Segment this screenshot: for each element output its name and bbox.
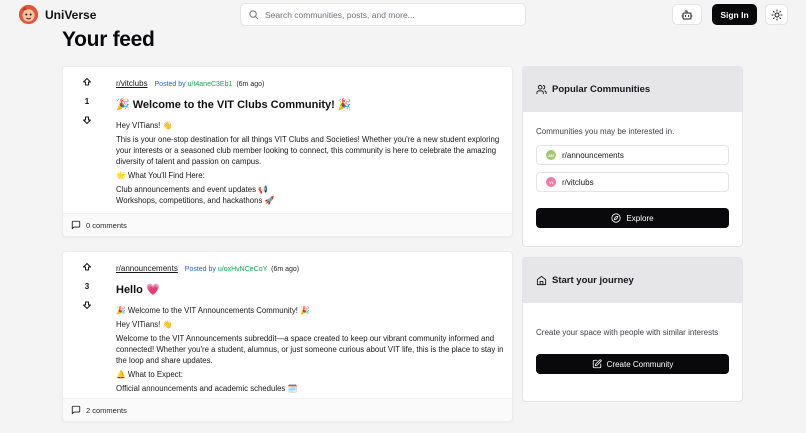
comment-count[interactable]: 2 comments (86, 406, 127, 415)
vote-count: 1 (84, 97, 90, 106)
bot-icon (681, 10, 693, 19)
community-avatar: VI (546, 177, 556, 187)
post-title[interactable]: Hello 💗 (116, 283, 160, 296)
post-paragraph: Club announcements and event updates 📢 W… (116, 185, 275, 205)
card-header: Start your journey (523, 258, 742, 303)
post-author[interactable]: u/oxHvNCeCoY (218, 266, 267, 273)
vote-count: 3 (84, 282, 90, 291)
app-logo[interactable]: UniVerse (18, 4, 96, 25)
post-paragraph: Hey VITians! 👋 (116, 121, 173, 130)
community-item[interactable]: VI r/vitclubs (536, 172, 729, 192)
arrow-up-icon[interactable] (81, 261, 93, 273)
arrow-down-icon[interactable] (81, 114, 93, 126)
subreddit-link[interactable]: r/vitclubs (116, 79, 148, 88)
post-paragraph: Hey VITians! 👋 (116, 320, 173, 329)
arrow-down-icon[interactable] (81, 299, 93, 311)
community-avatar: AN (546, 150, 556, 160)
sun-icon (771, 9, 782, 20)
post-paragraph: Official announcements and academic sche… (116, 384, 298, 393)
post-footer: 2 comments (63, 398, 512, 421)
sign-in-button[interactable]: Sign In (712, 4, 757, 25)
message-square-icon[interactable] (71, 405, 81, 415)
create-community-button[interactable]: Create Community (536, 354, 729, 374)
vote-column: 1 (63, 67, 111, 217)
card-description: Communities you may be interested in. (536, 127, 675, 136)
post-footer: 0 comments (63, 213, 512, 236)
card-header: Popular Communities (523, 67, 742, 112)
card-title: Popular Communities (552, 84, 651, 95)
arrow-up-icon[interactable] (81, 76, 93, 88)
post-meta: r/vitclubs Posted by u/t4aneC3Eb1 (6m ag… (116, 79, 264, 88)
post-time: (6m ago) (236, 81, 265, 88)
post-paragraph: This is your one-stop destination for al… (116, 135, 500, 166)
explore-button-label: Explore (626, 213, 654, 223)
community-name: r/announcements (562, 150, 624, 160)
post-author[interactable]: u/t4aneC3Eb1 (188, 81, 233, 88)
comment-count[interactable]: 0 comments (86, 221, 127, 230)
mascot-logo-icon (18, 4, 39, 25)
subreddit-link[interactable]: r/announcements (116, 264, 178, 273)
app-name: UniVerse (45, 7, 97, 22)
post-card[interactable]: 3 r/announcements Posted by u/oxHvNCeCoY… (62, 251, 513, 422)
explore-button[interactable]: Explore (536, 208, 729, 228)
posted-by-label: Posted by (154, 81, 186, 88)
popular-communities-card: Popular Communities Communities you may … (522, 66, 743, 247)
create-community-button-label: Create Community (606, 359, 674, 369)
post-time: (6m ago) (271, 266, 300, 273)
community-name: r/vitclubs (562, 177, 594, 187)
post-body: 🎉 Welcome to the VIT Announcements Commu… (116, 305, 506, 397)
users-icon (536, 84, 547, 95)
post-title[interactable]: 🎉 Welcome to the VIT Clubs Community! 🎉 (116, 98, 352, 111)
card-description: Create your space with people with simil… (536, 328, 719, 337)
search-input[interactable] (265, 9, 515, 20)
vote-column: 3 (63, 252, 111, 402)
post-paragraph: Welcome to the VIT Announcements subredd… (116, 334, 504, 365)
community-item[interactable]: AN r/announcements (536, 145, 729, 165)
search-bar[interactable] (240, 3, 526, 26)
post-paragraph: 🔔 What to Expect: (116, 370, 183, 379)
page-title: Your feed (62, 28, 155, 51)
post-meta: r/announcements Posted by u/oxHvNCeCoY (… (116, 264, 299, 273)
top-bar: UniVerse Sign In (0, 0, 806, 30)
card-title: Start your journey (552, 275, 634, 286)
post-paragraph: 🎉 Welcome to the VIT Announcements Commu… (116, 306, 310, 315)
message-square-icon[interactable] (71, 220, 81, 230)
home-icon (536, 275, 547, 286)
post-paragraph: 🌟 What You'll Find Here: (116, 171, 205, 180)
bot-button[interactable] (672, 4, 702, 25)
theme-toggle-button[interactable] (765, 4, 788, 25)
post-body: Hey VITians! 👋 This is your one-stop des… (116, 120, 506, 209)
compass-icon (611, 213, 622, 223)
start-journey-card: Start your journey Create your space wit… (522, 257, 743, 402)
post-card[interactable]: 1 r/vitclubs Posted by u/t4aneC3Eb1 (6m … (62, 66, 513, 237)
search-icon (249, 10, 259, 20)
square-pen-icon (592, 359, 602, 369)
posted-by-label: Posted by (184, 266, 216, 273)
